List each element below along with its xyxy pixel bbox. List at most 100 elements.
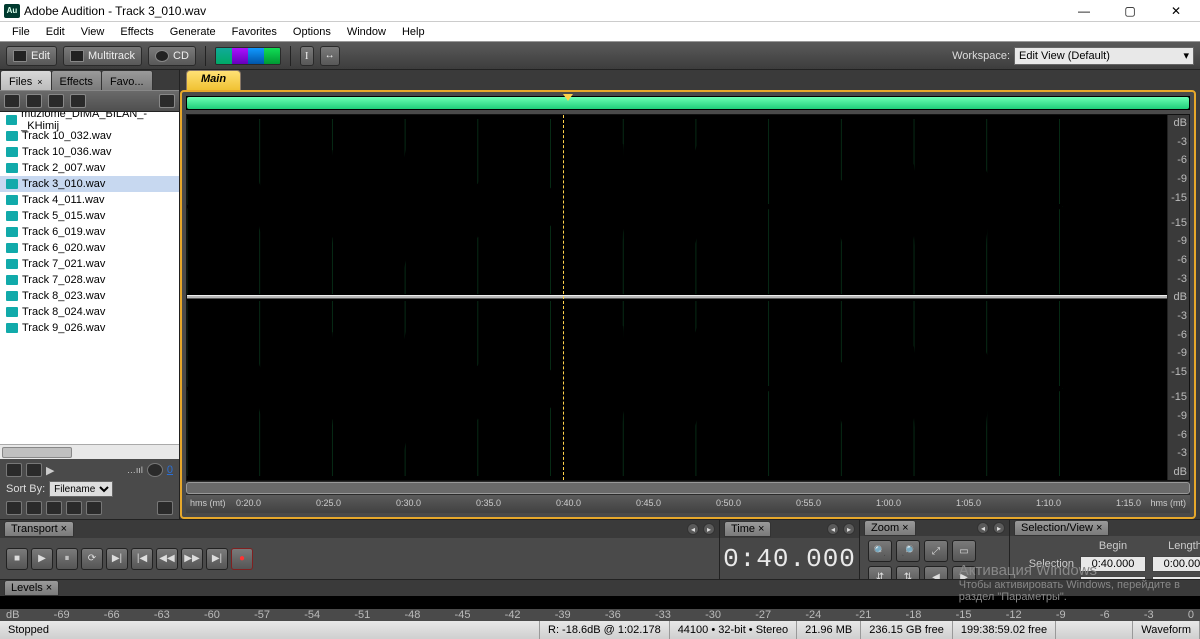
file-row[interactable]: Track 9_026.wav <box>0 320 179 336</box>
file-row[interactable]: muzlome_DIMA_BILAN_-_KHimij <box>0 112 179 128</box>
zoom-full-button[interactable]: ⤢ <box>924 540 948 562</box>
zoom-in-h-button[interactable]: 🔍 <box>868 540 892 562</box>
panel-prev-icon[interactable]: ◂ <box>687 523 699 535</box>
options-icon[interactable] <box>159 94 175 108</box>
import-icon[interactable] <box>4 94 20 108</box>
menu-options[interactable]: Options <box>285 24 339 40</box>
file-row[interactable]: Track 7_021.wav <box>0 256 179 272</box>
file-row[interactable]: Track 6_019.wav <box>0 224 179 240</box>
file-row[interactable]: Track 7_028.wav <box>0 272 179 288</box>
audio-file-icon <box>6 211 18 221</box>
file-row[interactable]: Track 4_011.wav <box>0 192 179 208</box>
levels-meter[interactable] <box>0 596 1200 609</box>
editor: Main dB-3-6-9-15-15-9-6-3dB-3-6-9-15-15-… <box>180 70 1200 519</box>
file-list[interactable]: muzlome_DIMA_BILAN_-_KHimijTrack 10_032.… <box>0 112 179 444</box>
time-tab[interactable]: Time× <box>724 521 771 537</box>
insert-icon[interactable] <box>70 94 86 108</box>
waveform-display[interactable]: dB-3-6-9-15-15-9-6-3dB-3-6-9-15-15-9-6-3… <box>186 114 1190 481</box>
file-row[interactable]: Track 8_023.wav <box>0 288 179 304</box>
autoplay-icon[interactable] <box>26 463 42 477</box>
file-row[interactable]: Track 8_024.wav <box>0 304 179 320</box>
pause-button[interactable]: ⏸ <box>56 548 78 570</box>
sidebar-tab-effects[interactable]: Effects <box>51 70 102 90</box>
panel-next-icon[interactable]: ▸ <box>703 523 715 535</box>
zoom-tab[interactable]: Zoom× <box>864 520 916 536</box>
status-free1: 236.15 GB free <box>861 621 953 639</box>
toolbar: Edit Multitrack CD I ↔ Workspace: Edit V… <box>0 42 1200 70</box>
menu-generate[interactable]: Generate <box>162 24 224 40</box>
loop-count-link[interactable]: 0 <box>167 464 173 476</box>
ibeam-tool-button[interactable]: I <box>300 46 314 66</box>
zoom-sel-button[interactable]: ▭ <box>952 540 976 562</box>
time-ruler[interactable]: hms (mt)0:20.00:25.00:30.00:35.00:40.00:… <box>186 495 1190 513</box>
file-row[interactable]: Track 6_020.wav <box>0 240 179 256</box>
playhead-marker-icon[interactable] <box>563 94 573 101</box>
menu-effects[interactable]: Effects <box>112 24 161 40</box>
forward-button[interactable]: ▶▶ <box>181 548 203 570</box>
begin-header: Begin <box>1080 540 1146 552</box>
play-loop-button[interactable]: ⟳ <box>81 548 103 570</box>
sidebar-tab-favo[interactable]: Favo... <box>101 70 153 90</box>
menu-view[interactable]: View <box>73 24 113 40</box>
record-button[interactable]: ● <box>231 548 253 570</box>
status-size: 21.96 MB <box>797 621 861 639</box>
panel-next-icon[interactable]: ▸ <box>843 523 855 535</box>
view-icon-5[interactable] <box>86 501 102 515</box>
view-icon-1[interactable] <box>6 501 22 515</box>
play-to-end-button[interactable]: ▶| <box>106 548 128 570</box>
sidebar-tab-files[interactable]: Files× <box>0 70 52 90</box>
dock: Transport× ◂ ▸ ■ ▶ ⏸ ⟳ ▶| |◀ ◀◀ ▶▶ ▶| ● … <box>0 519 1200 579</box>
maximize-button[interactable]: ▢ <box>1116 1 1144 21</box>
file-row[interactable]: Track 2_007.wav <box>0 160 179 176</box>
speaker-icon[interactable] <box>6 463 22 477</box>
play-button[interactable]: ▶ <box>31 548 53 570</box>
levels-tab[interactable]: Levels× <box>4 580 59 596</box>
zoom-out-h-button[interactable]: 🔎 <box>896 540 920 562</box>
status-bar: Stopped R: -18.6dB @ 1:02.178 44100 • 32… <box>0 621 1200 639</box>
view-icon-2[interactable] <box>26 501 42 515</box>
selview-tab[interactable]: Selection/View× <box>1014 520 1109 536</box>
menu-edit[interactable]: Edit <box>38 24 73 40</box>
audio-file-icon <box>6 307 18 317</box>
stop-button[interactable]: ■ <box>6 548 28 570</box>
file-row[interactable]: Track 10_036.wav <box>0 144 179 160</box>
workspace-select[interactable]: Edit View (Default)▾ <box>1014 47 1194 65</box>
view-icon-3[interactable] <box>46 501 62 515</box>
panel-prev-icon[interactable]: ◂ <box>977 522 989 534</box>
panel-prev-icon[interactable]: ◂ <box>827 523 839 535</box>
menu-file[interactable]: File <box>4 24 38 40</box>
view-icon-4[interactable] <box>66 501 82 515</box>
file-list-scrollbar[interactable] <box>0 444 179 459</box>
overview-bar[interactable] <box>186 96 1190 110</box>
file-row[interactable]: Track 5_015.wav <box>0 208 179 224</box>
view-mode-buttons[interactable] <box>215 47 281 65</box>
edit-file-icon[interactable] <box>48 94 64 108</box>
minimize-button[interactable]: — <box>1070 1 1098 21</box>
edit-view-button[interactable]: Edit <box>6 46 57 66</box>
zoom-panel: Zoom× ◂ ▸ 🔍 🔎 ⤢ ▭ ⇵ ⇅ ◀ ▶ <box>860 520 1010 579</box>
editor-tab-main[interactable]: Main <box>186 70 241 90</box>
close-button[interactable]: ✕ <box>1162 1 1190 21</box>
cd-button[interactable]: CD <box>148 46 196 66</box>
loop-icon[interactable] <box>147 463 163 477</box>
playhead-line[interactable] <box>563 115 564 480</box>
menu-favorites[interactable]: Favorites <box>224 24 285 40</box>
horizontal-nav-scroll[interactable] <box>186 481 1190 495</box>
move-tool-button[interactable]: ↔ <box>320 46 340 66</box>
menu-help[interactable]: Help <box>394 24 433 40</box>
rewind-button[interactable]: ◀◀ <box>156 548 178 570</box>
menu-window[interactable]: Window <box>339 24 394 40</box>
close-file-icon[interactable] <box>26 94 42 108</box>
go-end-button[interactable]: ▶| <box>206 548 228 570</box>
titlebar: Au Adobe Audition - Track 3_010.wav — ▢ … <box>0 0 1200 22</box>
transport-tab[interactable]: Transport× <box>4 521 74 537</box>
selection-begin-field[interactable]: 0:40.000 <box>1080 556 1146 572</box>
file-row[interactable]: Track 3_010.wav <box>0 176 179 192</box>
view-icon-6[interactable] <box>157 501 173 515</box>
go-start-button[interactable]: |◀ <box>131 548 153 570</box>
selection-length-field[interactable]: 0:00.000 <box>1152 556 1200 572</box>
panel-next-icon[interactable]: ▸ <box>993 522 1005 534</box>
multitrack-button[interactable]: Multitrack <box>63 46 142 66</box>
selection-view-panel: Selection/View× Begin Length Selection 0… <box>1010 520 1200 579</box>
sortby-select[interactable]: Filename <box>49 481 113 497</box>
